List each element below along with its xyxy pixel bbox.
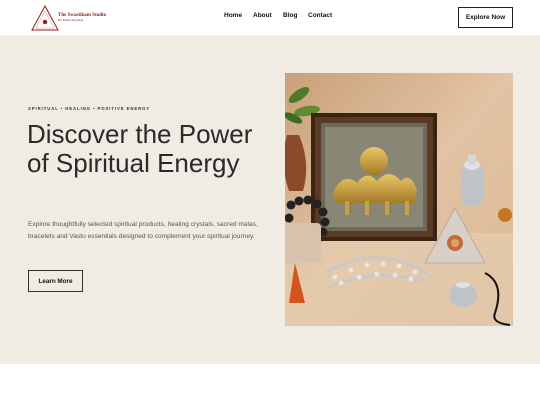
nav-link-home[interactable]: Home	[224, 12, 242, 19]
nav-link-about[interactable]: About	[253, 12, 272, 19]
explore-now-button[interactable]: Explore Now	[458, 7, 513, 28]
logo-subtitle: By Ritika Mayekar	[58, 18, 84, 23]
hero-eyebrow: SPIRITUAL • HEALING • POSITIVE ENERGY	[28, 106, 151, 111]
triangle-logo-icon	[31, 5, 59, 31]
page-bottom-area	[0, 364, 540, 405]
learn-more-button[interactable]: Learn More	[28, 270, 83, 292]
hero-description: Explore thoughtfully selected spiritual …	[28, 221, 258, 240]
hero-headline: Discover the Power of Spiritual Energy	[27, 119, 253, 178]
site-header: The Swastikam Studio By Ritika Mayekar H…	[0, 0, 540, 35]
nav-link-blog[interactable]: Blog	[283, 12, 297, 19]
brand-logo[interactable]: The Swastikam Studio By Ritika Mayekar	[31, 5, 106, 31]
nav-link-contact[interactable]: Contact	[308, 12, 332, 19]
hero-product-image	[285, 73, 513, 326]
